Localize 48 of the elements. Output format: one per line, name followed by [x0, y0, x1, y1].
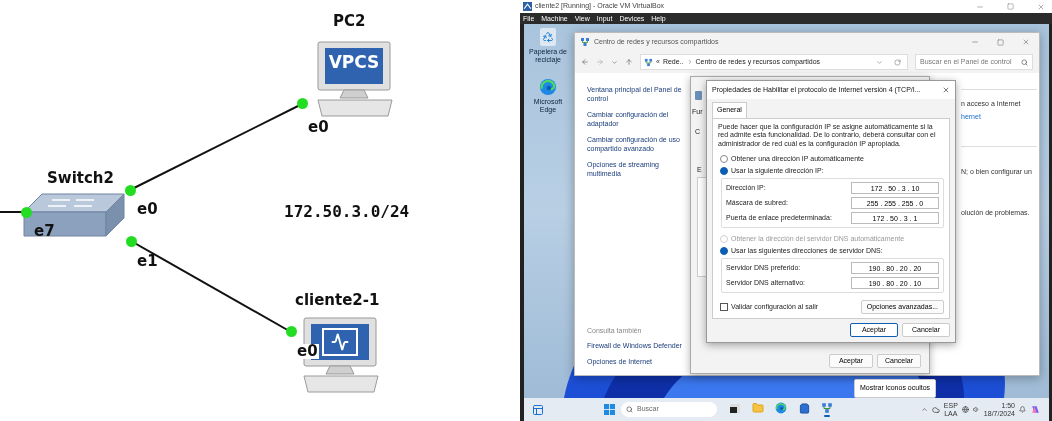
task-view-icon[interactable] [730, 403, 740, 413]
close-icon[interactable] [1037, 2, 1045, 11]
bell-icon[interactable] [1019, 406, 1026, 413]
port-label: e0 [296, 344, 319, 359]
running-indicator [824, 415, 830, 417]
chevron-right-icon [686, 59, 693, 65]
close-icon[interactable] [942, 86, 950, 94]
recycle-bin-icon[interactable] [540, 28, 556, 46]
back-icon[interactable] [581, 58, 589, 66]
search-icon [626, 406, 633, 413]
folder-icon[interactable] [752, 402, 764, 414]
start-icon[interactable] [604, 404, 615, 415]
node-label: Switch2 [47, 171, 114, 186]
chevron-up-icon[interactable] [920, 406, 928, 413]
refresh-icon[interactable] [894, 58, 901, 66]
edge-icon[interactable] [775, 402, 787, 414]
widgets-icon[interactable] [532, 403, 544, 416]
port-label: e0 [308, 120, 329, 135]
maximize-icon[interactable] [1007, 3, 1014, 10]
edge-icon[interactable] [539, 78, 557, 96]
network-icon [580, 37, 590, 47]
waveform-icon [329, 333, 351, 351]
radio-button[interactable] [720, 166, 728, 175]
minimize-icon[interactable] [971, 38, 979, 46]
node-label: cliente2-1 [295, 293, 380, 308]
port-label: e0 [137, 202, 158, 217]
speaker-icon[interactable] [972, 406, 980, 413]
search-icon [1021, 58, 1028, 66]
port-label: e1 [137, 254, 158, 269]
chevron-down-icon[interactable] [611, 58, 618, 66]
chevron-down-icon[interactable] [876, 58, 883, 66]
up-icon[interactable] [625, 58, 633, 66]
radio-button[interactable] [720, 246, 728, 255]
forward-icon[interactable] [596, 58, 604, 66]
cloud-icon[interactable] [931, 405, 940, 414]
network-icon [821, 402, 833, 414]
network-label: 172.50.3.0/24 [284, 204, 410, 220]
maximize-icon[interactable] [997, 38, 1004, 46]
globe-icon[interactable] [961, 406, 969, 413]
screen-label: VPCS [327, 51, 381, 74]
adapter-icon [695, 91, 702, 100]
checkbox[interactable] [720, 303, 728, 311]
store-icon[interactable] [798, 402, 810, 414]
network-icon [644, 57, 653, 67]
radio-button[interactable] [720, 154, 728, 163]
close-icon[interactable] [1022, 38, 1030, 46]
node-label: PC2 [333, 14, 366, 29]
port-label: e7 [34, 224, 55, 239]
